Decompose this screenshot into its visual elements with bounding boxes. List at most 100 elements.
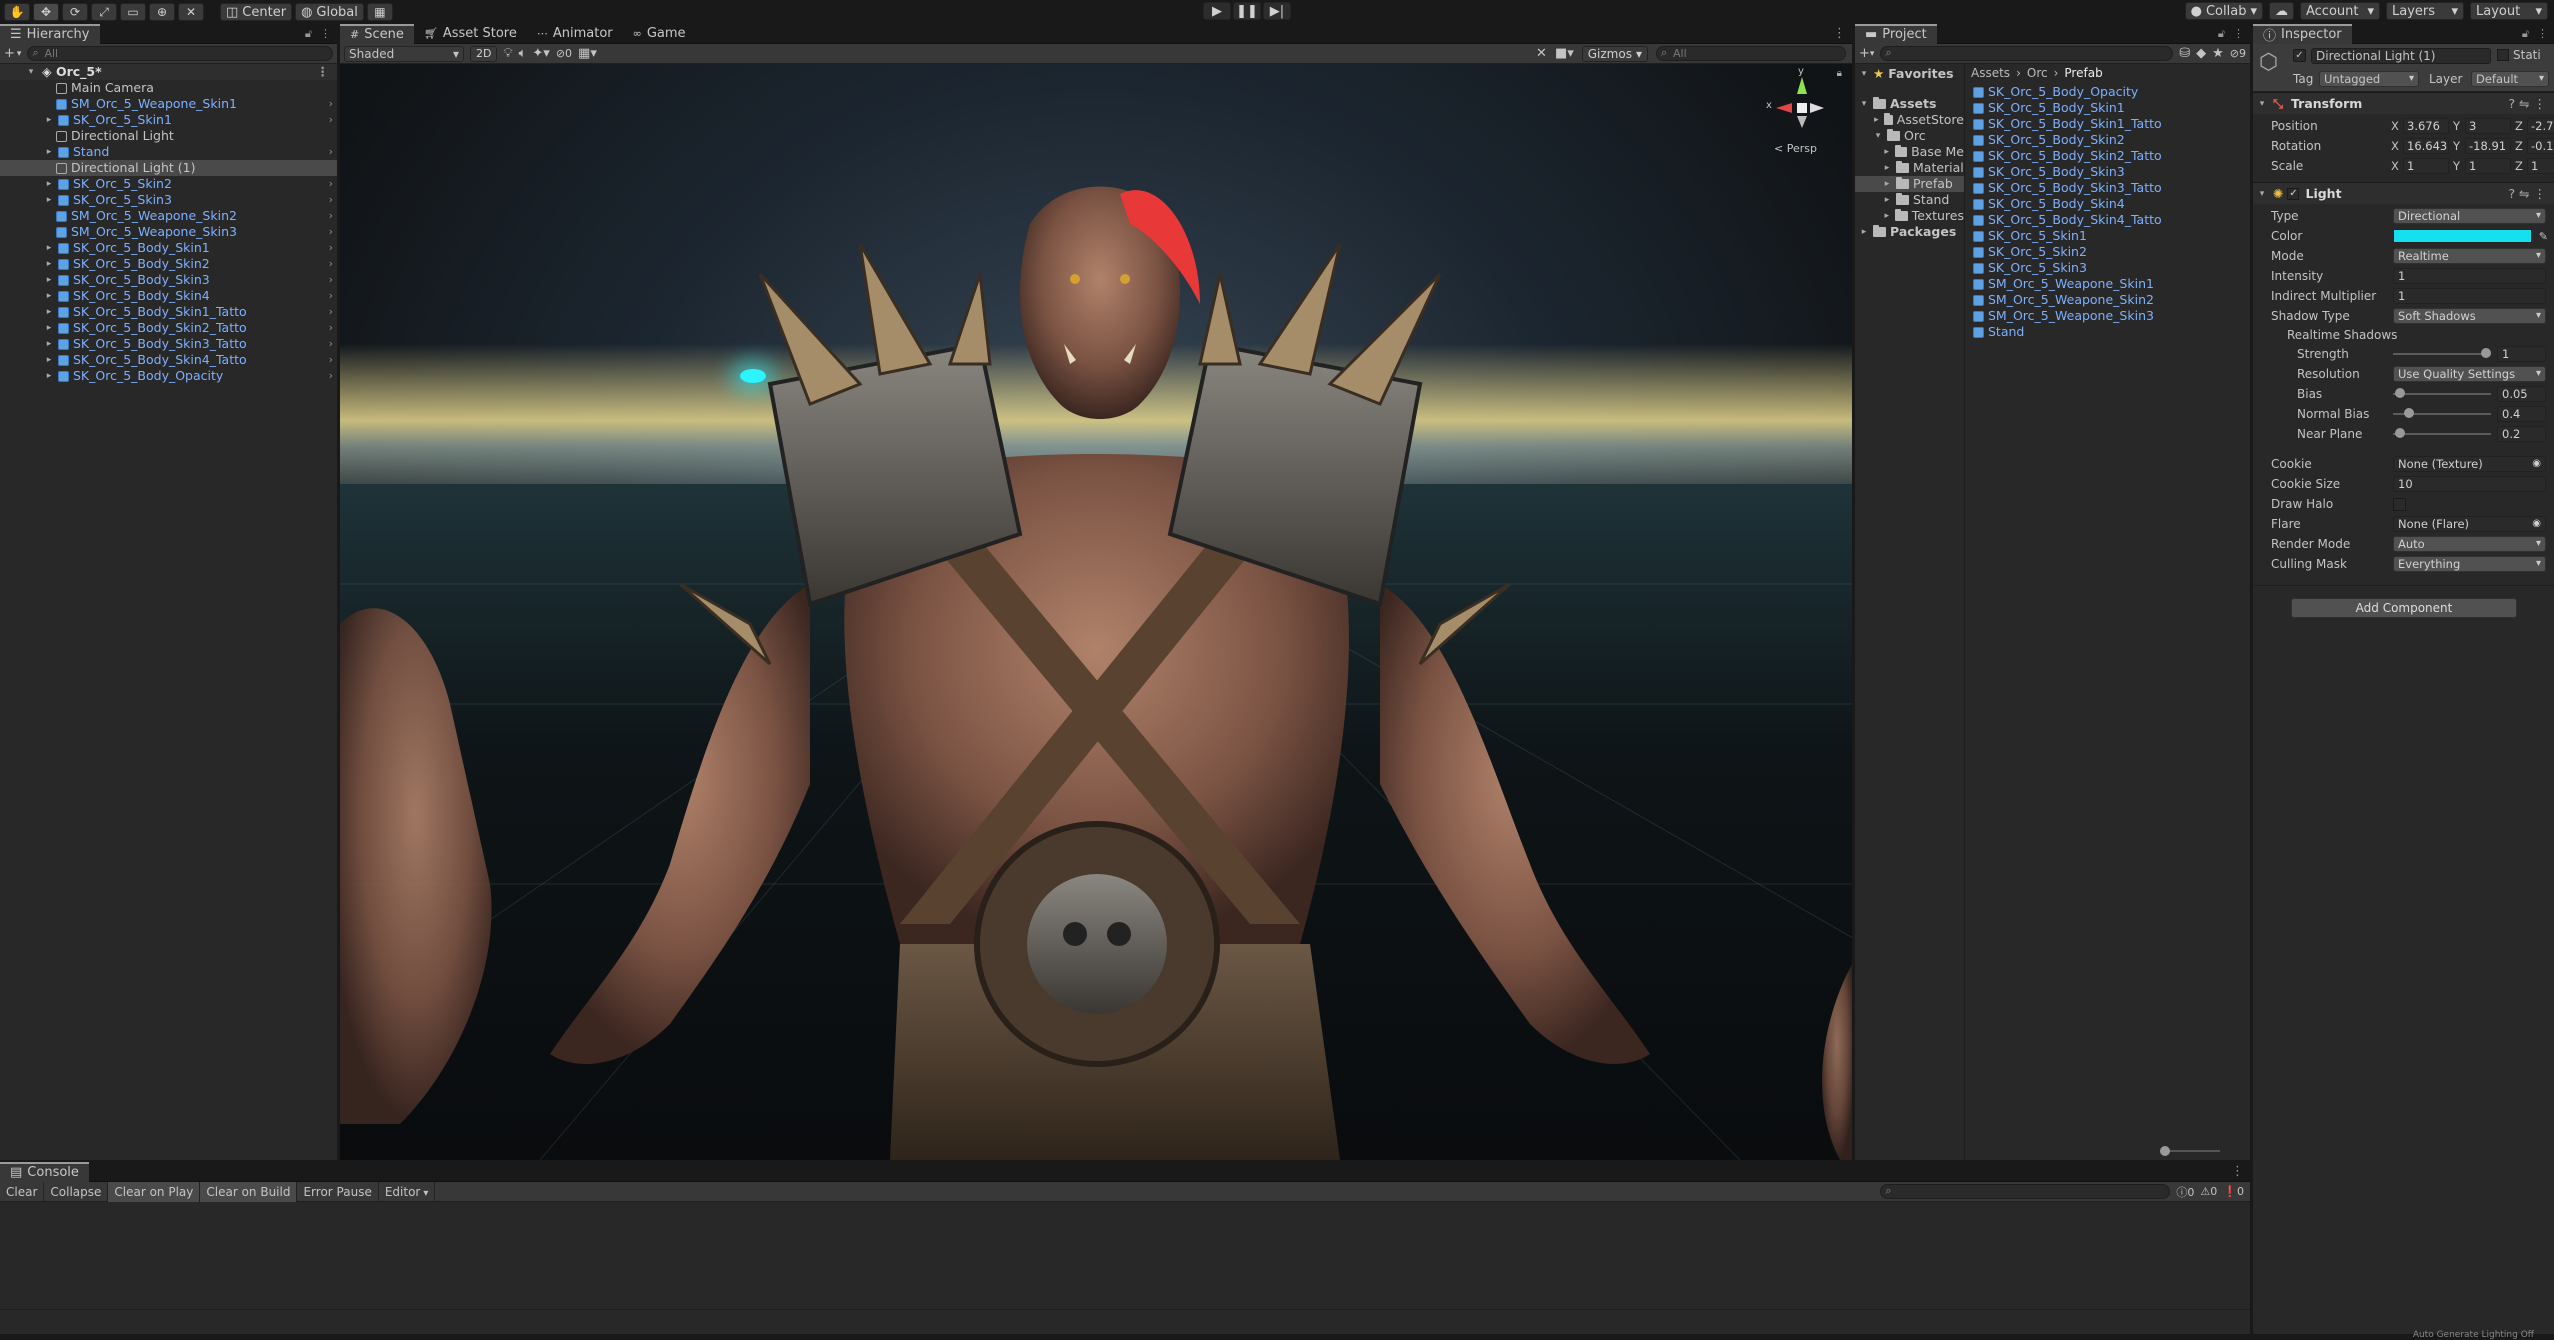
strength-field[interactable]: 1 bbox=[2497, 346, 2546, 362]
cookie-size-field[interactable]: 10 bbox=[2393, 476, 2546, 492]
favorites-item[interactable]: ▾ ★ Favorites bbox=[1855, 66, 1964, 82]
eyedropper-icon[interactable]: ✎ bbox=[2539, 230, 2548, 243]
type-dropdown[interactable]: Directional bbox=[2393, 208, 2546, 224]
axis-y-label[interactable]: Y bbox=[2453, 159, 2460, 173]
project-file-item[interactable]: SM_Orc_5_Weapone_Skin2 bbox=[1969, 292, 2250, 308]
tab-scene[interactable]: # Scene bbox=[340, 23, 414, 44]
breadcrumb-item[interactable]: Orc bbox=[2027, 66, 2048, 80]
light-enabled-checkbox[interactable]: ✓ bbox=[2287, 187, 2300, 200]
hierarchy-item[interactable]: ▸ SK_Orc_5_Body_Skin2 › bbox=[0, 256, 337, 272]
chevron-right-icon[interactable]: › bbox=[329, 96, 333, 112]
label-filter-icon[interactable]: ◆ bbox=[2196, 46, 2206, 61]
culling-mask-dropdown[interactable]: Everything bbox=[2393, 556, 2546, 572]
log-count-toggle[interactable]: ⓘ0 bbox=[2176, 1184, 2194, 1200]
tab-game[interactable]: ∞ Game bbox=[623, 24, 696, 44]
slider-knob[interactable] bbox=[2394, 428, 2405, 438]
packages-folder[interactable]: ▸ Packages bbox=[1855, 224, 1964, 240]
object-picker-icon[interactable]: ◉ bbox=[2532, 517, 2541, 531]
kebab-menu-icon[interactable]: ⋮ bbox=[320, 27, 331, 40]
foldout-arrow-icon[interactable]: ▾ bbox=[2257, 189, 2267, 199]
project-folder-item[interactable]: ▸ Base Me bbox=[1855, 144, 1964, 160]
console-error-pause-button[interactable]: Error Pause bbox=[297, 1181, 379, 1202]
axis-z-label[interactable]: Z bbox=[2515, 159, 2523, 173]
create-asset-button[interactable]: + ▾ bbox=[1859, 46, 1874, 61]
hierarchy-item[interactable]: ▸ SK_Orc_5_Body_Skin4 › bbox=[0, 288, 337, 304]
rotation-y-field[interactable]: -18.91 bbox=[2465, 138, 2511, 154]
draw-halo-checkbox[interactable] bbox=[2393, 497, 2406, 511]
indirect-multiplier-field[interactable]: 1 bbox=[2393, 288, 2546, 304]
chevron-right-icon[interactable]: › bbox=[329, 288, 333, 304]
hierarchy-item[interactable]: ▸ SK_Orc_5_Body_Skin3_Tatto › bbox=[0, 336, 337, 352]
console-log-area[interactable] bbox=[0, 1202, 2250, 1310]
hierarchy-item[interactable]: SM_Orc_5_Weapone_Skin3 › bbox=[0, 224, 337, 240]
foldout-arrow-icon[interactable]: ▸ bbox=[1882, 192, 1892, 208]
foldout-arrow-icon[interactable]: ▸ bbox=[44, 176, 54, 192]
space-toggle[interactable]: ◍ Global bbox=[295, 3, 364, 21]
foldout-arrow-icon[interactable]: ▸ bbox=[1859, 224, 1869, 240]
pause-button[interactable]: ❚❚ bbox=[1233, 2, 1261, 20]
chevron-right-icon[interactable]: › bbox=[329, 256, 333, 272]
foldout-arrow-icon[interactable]: ▾ bbox=[26, 64, 36, 80]
project-folder-item[interactable]: ▸ Textures bbox=[1855, 208, 1964, 224]
component-menu-icons[interactable]: ? ⇋ ⋮ bbox=[2508, 186, 2546, 201]
project-file-item[interactable]: SM_Orc_5_Weapone_Skin3 bbox=[1969, 308, 2250, 324]
scale-z-field[interactable]: 1 bbox=[2527, 158, 2554, 174]
axis-x-label[interactable]: X bbox=[2391, 119, 2399, 133]
foldout-arrow-icon[interactable]: ▾ bbox=[2257, 99, 2267, 109]
foldout-arrow-icon[interactable]: ▸ bbox=[44, 144, 54, 160]
project-folder-item[interactable]: ▸ Material bbox=[1855, 160, 1964, 176]
foldout-arrow-icon[interactable]: ▸ bbox=[1882, 176, 1892, 192]
intensity-field[interactable]: 1 bbox=[2393, 268, 2546, 284]
foldout-arrow-icon[interactable]: ▸ bbox=[44, 368, 54, 384]
foldout-arrow-icon[interactable]: ▸ bbox=[44, 352, 54, 368]
rotation-z-field[interactable]: -0.146 bbox=[2527, 138, 2554, 154]
kebab-menu-icon[interactable]: ⋮ bbox=[2537, 27, 2548, 40]
tag-dropdown[interactable]: Untagged bbox=[2319, 71, 2419, 87]
active-checkbox[interactable]: ✓ bbox=[2293, 49, 2306, 62]
foldout-arrow-icon[interactable]: ▸ bbox=[44, 112, 54, 128]
chevron-right-icon[interactable]: › bbox=[329, 336, 333, 352]
shading-mode-dropdown[interactable]: Shaded ▾ bbox=[344, 45, 464, 62]
hierarchy-item[interactable]: Directional Light (1) bbox=[0, 160, 337, 176]
hierarchy-item[interactable]: ▸ SK_Orc_5_Skin1 › bbox=[0, 112, 337, 128]
tab-console[interactable]: ▤ Console bbox=[0, 1161, 89, 1182]
chevron-right-icon[interactable]: › bbox=[329, 112, 333, 128]
hidden-packages-counter[interactable]: ⊘9 bbox=[2230, 47, 2246, 60]
position-z-field[interactable]: -2.798 bbox=[2527, 118, 2554, 134]
grid-icon[interactable]: ▦▾ bbox=[578, 46, 597, 61]
project-file-item[interactable]: SM_Orc_5_Weapone_Skin1 bbox=[1969, 276, 2250, 292]
position-x-field[interactable]: 3.676 bbox=[2403, 118, 2449, 134]
chevron-right-icon[interactable]: › bbox=[329, 272, 333, 288]
create-button[interactable]: + ▾ bbox=[4, 46, 21, 61]
near-plane-slider[interactable] bbox=[2393, 428, 2491, 438]
star-icon[interactable]: ★ bbox=[2212, 46, 2224, 61]
kebab-menu-icon[interactable]: ⋮ bbox=[2233, 27, 2244, 40]
error-count-toggle[interactable]: ❗0 bbox=[2223, 1185, 2244, 1198]
project-file-item[interactable]: SK_Orc_5_Body_Skin2 bbox=[1969, 132, 2250, 148]
slider-knob[interactable] bbox=[2395, 388, 2406, 398]
axis-x-label[interactable]: X bbox=[2391, 139, 2399, 153]
camera-icon[interactable]: ■▾ bbox=[1555, 46, 1574, 61]
project-file-item[interactable]: SK_Orc_5_Body_Skin1_Tatto bbox=[1969, 116, 2250, 132]
foldout-arrow-icon[interactable]: ▸ bbox=[1873, 112, 1880, 128]
transform-tool-button[interactable]: ⊕ bbox=[149, 3, 175, 21]
project-file-item[interactable]: SK_Orc_5_Skin2 bbox=[1969, 244, 2250, 260]
normal-bias-field[interactable]: 0.4 bbox=[2497, 406, 2546, 422]
lightbulb-icon[interactable]: 💡︎ bbox=[503, 46, 512, 61]
hierarchy-item[interactable]: SM_Orc_5_Weapone_Skin1 › bbox=[0, 96, 337, 112]
collab-button[interactable]: ● Collab ▾ bbox=[2184, 2, 2263, 20]
lock-icon[interactable]: 🔓︎ bbox=[2522, 27, 2529, 41]
scene-viewport[interactable]: y x < Persp 🔒︎ bbox=[340, 64, 1852, 1160]
breadcrumb-item[interactable]: Assets bbox=[1971, 66, 2010, 80]
layer-dropdown[interactable]: Default bbox=[2471, 71, 2549, 87]
strength-slider[interactable] bbox=[2393, 348, 2491, 358]
foldout-arrow-icon[interactable]: ▸ bbox=[44, 192, 54, 208]
chevron-right-icon[interactable]: › bbox=[329, 304, 333, 320]
project-file-item[interactable]: SK_Orc_5_Body_Skin3 bbox=[1969, 164, 2250, 180]
account-dropdown[interactable]: Account ▾ bbox=[2300, 2, 2380, 20]
tab-asset-store[interactable]: 🛒︎ Asset Store bbox=[414, 24, 527, 44]
gizmos-dropdown[interactable]: Gizmos ▾ bbox=[1581, 45, 1648, 62]
axis-z-label[interactable]: Z bbox=[2515, 139, 2523, 153]
tab-project[interactable]: ▬ Project bbox=[1855, 23, 1937, 44]
hierarchy-item[interactable]: ▸ Stand › bbox=[0, 144, 337, 160]
